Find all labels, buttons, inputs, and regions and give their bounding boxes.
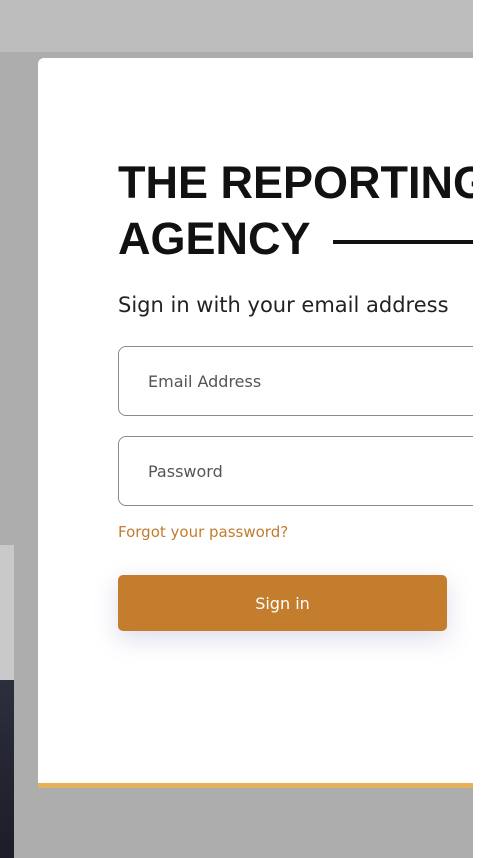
password-input[interactable] [119,437,473,505]
background-top-strip [0,0,473,52]
page: THE REPORTING AGENCY Sign in with your e… [0,0,487,858]
brand-logo-line-1: THE REPORTING [118,157,473,208]
email-field[interactable] [118,346,473,416]
forgot-password-link[interactable]: Forgot your password? [118,523,288,541]
brand-logo-line-2-text: AGENCY [118,213,311,264]
email-input[interactable] [119,347,473,415]
background-left-panel [0,545,14,680]
background-left-image [0,680,14,858]
brand-logo-line-2: AGENCY [118,211,473,267]
brand-logo-rule [332,240,473,245]
sign-in-button[interactable]: Sign in [118,575,447,631]
background-right-edge [473,0,487,858]
password-field[interactable] [118,436,473,506]
card-bottom-accent-bar [38,783,473,788]
signin-subtitle: Sign in with your email address [118,293,449,317]
signin-card: THE REPORTING AGENCY Sign in with your e… [38,58,473,788]
brand-logo: THE REPORTING AGENCY [118,155,473,267]
